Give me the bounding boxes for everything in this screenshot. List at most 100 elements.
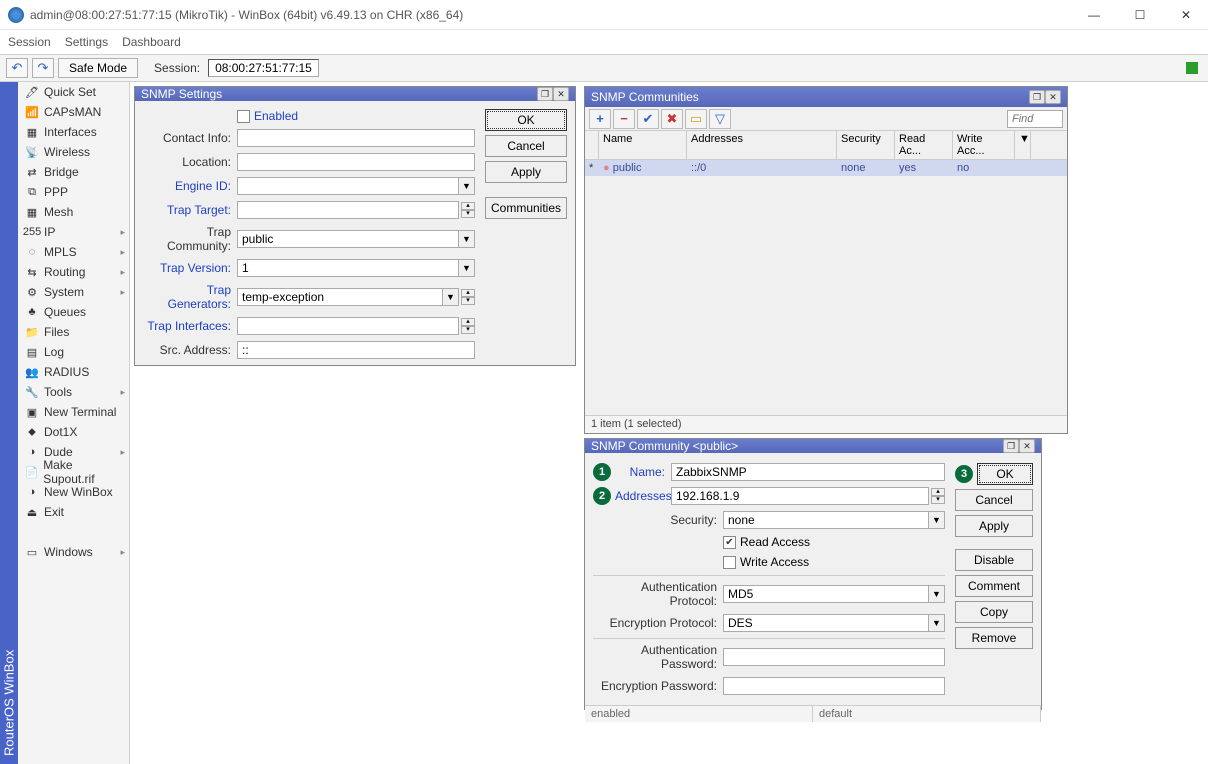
sidebar-item-windows[interactable]: ▭Windows▸ — [18, 542, 129, 562]
security-dropdown[interactable]: ▼ — [929, 511, 945, 529]
add-button[interactable]: + — [589, 109, 611, 129]
trap-community-dropdown[interactable]: ▼ — [459, 230, 475, 248]
menu-settings[interactable]: Settings — [65, 35, 108, 49]
communities-button[interactable]: Communities — [485, 197, 567, 219]
panel-close-button[interactable]: ✕ — [1045, 90, 1061, 104]
sidebar-item-quick-set[interactable]: 🖊Quick Set — [18, 82, 129, 102]
sidebar-item-ip[interactable]: 255IP▸ — [18, 222, 129, 242]
apply-button[interactable]: Apply — [955, 515, 1033, 537]
find-input[interactable] — [1007, 110, 1063, 128]
auth-proto-dropdown[interactable]: ▼ — [929, 585, 945, 603]
trap-if-spinner[interactable]: ▴▾ — [461, 318, 475, 334]
trap-community-input[interactable] — [237, 230, 459, 248]
sidebar-item-log[interactable]: ▤Log — [18, 342, 129, 362]
panel-restore-button[interactable]: ❐ — [1003, 439, 1019, 453]
enc-pass-input[interactable] — [723, 677, 945, 695]
panel-close-button[interactable]: ✕ — [553, 87, 569, 101]
sidebar-item-label: Routing — [44, 265, 85, 279]
trap-version-dropdown[interactable]: ▼ — [459, 259, 475, 277]
menu-icon: ⏏ — [24, 504, 40, 520]
addresses-input[interactable] — [671, 487, 929, 505]
disable-button[interactable]: Disable — [955, 549, 1033, 571]
auth-pass-label: Authentication Password: — [593, 643, 717, 671]
filter-button[interactable]: ▽ — [709, 109, 731, 129]
sidebar-item-wireless[interactable]: 📡Wireless — [18, 142, 129, 162]
sidebar-item-dot1x[interactable]: ⬥Dot1X — [18, 422, 129, 442]
auth-proto-input[interactable] — [723, 585, 929, 603]
sidebar-item-capsman[interactable]: 📶CAPsMAN — [18, 102, 129, 122]
read-access-checkbox[interactable]: ✔ — [723, 536, 736, 549]
sidebar-item-mesh[interactable]: ▦Mesh — [18, 202, 129, 222]
redo-button[interactable]: ↷ — [32, 58, 54, 78]
ok-button[interactable]: OK — [977, 463, 1033, 485]
toolbar: ↶ ↷ Safe Mode Session: 08:00:27:51:77:15 — [0, 54, 1208, 82]
sidebar-item-system[interactable]: ⚙System▸ — [18, 282, 129, 302]
col-addresses[interactable]: Addresses — [687, 131, 837, 159]
safe-mode-button[interactable]: Safe Mode — [58, 58, 138, 78]
panel-restore-button[interactable]: ❐ — [537, 87, 553, 101]
panel-close-button[interactable]: ✕ — [1019, 439, 1035, 453]
sidebar-item-new-winbox[interactable]: ◑New WinBox — [18, 482, 129, 502]
sidebar-item-tools[interactable]: 🔧Tools▸ — [18, 382, 129, 402]
location-input[interactable] — [237, 153, 475, 171]
panel-title: SNMP Communities — [591, 90, 699, 104]
sidebar-item-mpls[interactable]: ◌MPLS▸ — [18, 242, 129, 262]
sidebar-item-radius[interactable]: 👥RADIUS — [18, 362, 129, 382]
sidebar-item-files[interactable]: 📁Files — [18, 322, 129, 342]
trap-if-input[interactable] — [237, 317, 459, 335]
col-menu[interactable]: ▼ — [1015, 131, 1031, 159]
sidebar-item-routing[interactable]: ⇆Routing▸ — [18, 262, 129, 282]
comment-button[interactable]: Comment — [955, 575, 1033, 597]
sidebar-item-make-supout.rif[interactable]: 📄Make Supout.rif — [18, 462, 129, 482]
col-security[interactable]: Security — [837, 131, 895, 159]
menu-dashboard[interactable]: Dashboard — [122, 35, 181, 49]
apply-button[interactable]: Apply — [485, 161, 567, 183]
remove-button[interactable]: Remove — [955, 627, 1033, 649]
menu-session[interactable]: Session — [8, 35, 51, 49]
sidebar-item-queues[interactable]: ♣Queues — [18, 302, 129, 322]
disable-button[interactable]: ✖ — [661, 109, 683, 129]
maximize-button[interactable]: ☐ — [1126, 4, 1154, 26]
enc-proto-dropdown[interactable]: ▼ — [929, 614, 945, 632]
write-access-checkbox[interactable] — [723, 556, 736, 569]
auth-pass-input[interactable] — [723, 648, 945, 666]
copy-button[interactable]: Copy — [955, 601, 1033, 623]
enc-pass-label: Encryption Password: — [593, 679, 717, 693]
table-row[interactable]: * ● public ::/0 none yes no — [585, 160, 1067, 176]
sidebar-item-ppp[interactable]: ⧉PPP — [18, 182, 129, 202]
col-writeacc[interactable]: Write Acc... — [953, 131, 1015, 159]
sidebar-item-label: Wireless — [44, 145, 90, 159]
remove-button[interactable]: − — [613, 109, 635, 129]
close-button[interactable]: ✕ — [1172, 4, 1200, 26]
src-input[interactable] — [237, 341, 475, 359]
name-input[interactable] — [671, 463, 945, 481]
trap-gen-dropdown[interactable]: ▼ — [443, 288, 459, 306]
trap-version-input[interactable] — [237, 259, 459, 277]
cancel-button[interactable]: Cancel — [485, 135, 567, 157]
contact-input[interactable] — [237, 129, 475, 147]
sidebar-item-exit[interactable]: ⏏Exit — [18, 502, 129, 522]
cancel-button[interactable]: Cancel — [955, 489, 1033, 511]
trap-target-spinner[interactable]: ▴▾ — [461, 202, 475, 218]
panel-restore-button[interactable]: ❐ — [1029, 90, 1045, 104]
col-readacc[interactable]: Read Ac... — [895, 131, 953, 159]
undo-button[interactable]: ↶ — [6, 58, 28, 78]
trap-gen-spinner[interactable]: ▴▾ — [461, 289, 475, 305]
enable-button[interactable]: ✔ — [637, 109, 659, 129]
minimize-button[interactable]: — — [1080, 4, 1108, 26]
security-input[interactable] — [723, 511, 929, 529]
trap-gen-input[interactable] — [237, 288, 443, 306]
ok-button[interactable]: OK — [485, 109, 567, 131]
sidebar-item-interfaces[interactable]: ▦Interfaces — [18, 122, 129, 142]
addresses-spinner[interactable]: ▴▾ — [931, 488, 945, 504]
sidebar-item-bridge[interactable]: ⇄Bridge — [18, 162, 129, 182]
menu-icon: ⧉ — [24, 184, 40, 200]
engine-input[interactable] — [237, 177, 459, 195]
engine-dropdown[interactable]: ▼ — [459, 177, 475, 195]
sidebar-item-new-terminal[interactable]: ▣New Terminal — [18, 402, 129, 422]
col-name[interactable]: Name — [599, 131, 687, 159]
enabled-checkbox[interactable] — [237, 110, 250, 123]
comment-button[interactable]: ▭ — [685, 109, 707, 129]
trap-target-input[interactable] — [237, 201, 459, 219]
enc-proto-input[interactable] — [723, 614, 929, 632]
